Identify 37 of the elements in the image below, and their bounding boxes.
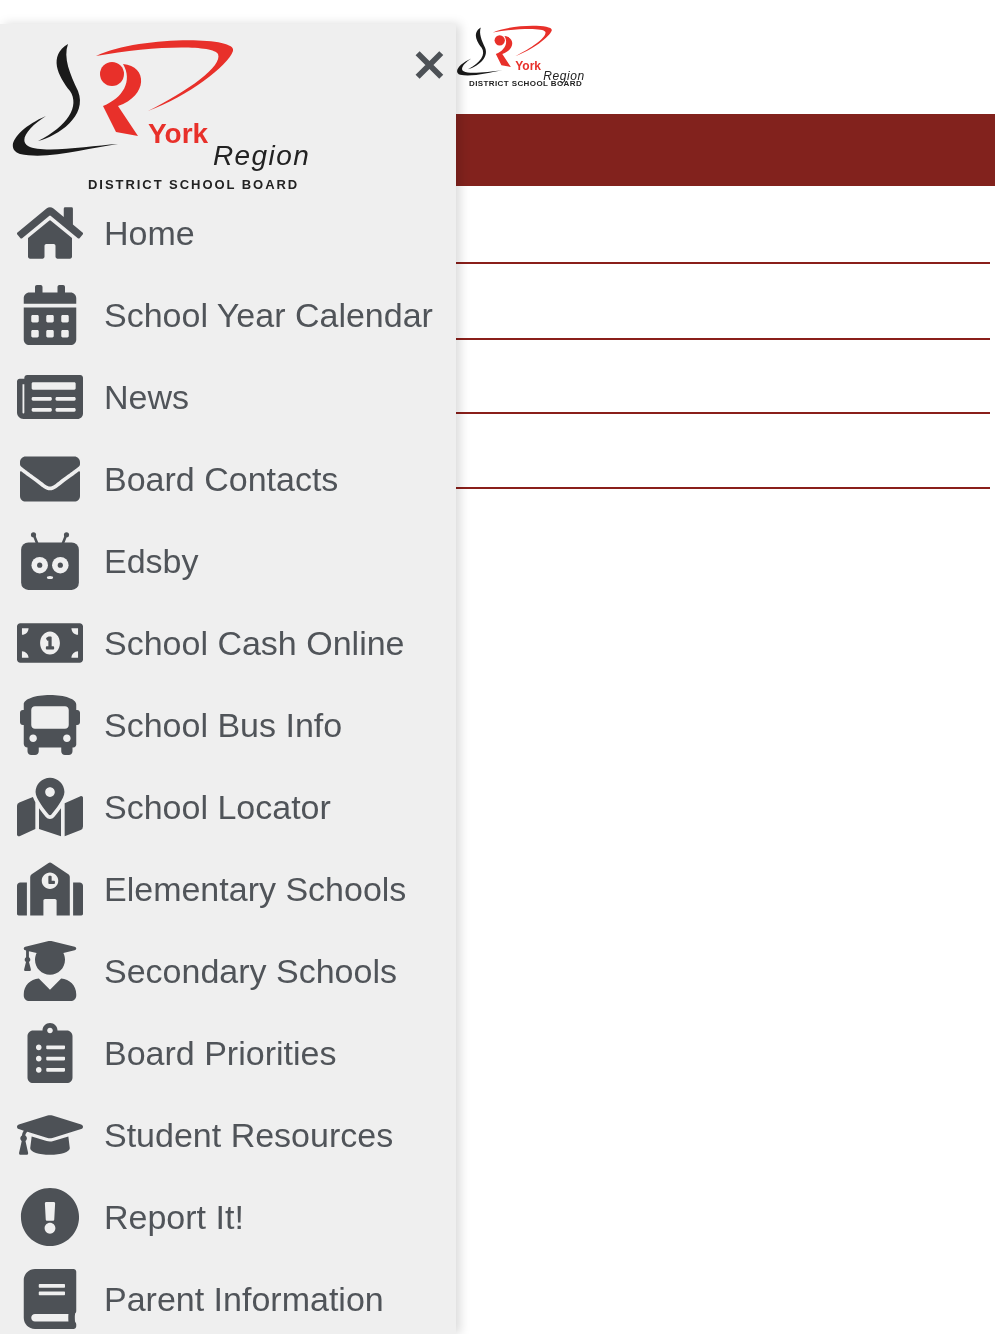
menu-item[interactable]: Parent Information <box>0 1258 456 1334</box>
menu-label: Home <box>104 212 195 254</box>
menu-item[interactable]: Home <box>0 192 456 274</box>
menu-item[interactable]: Elementary Schools <box>0 848 456 930</box>
menu-item[interactable]: Report It! <box>0 1176 456 1258</box>
menu-label: Secondary Schools <box>104 950 397 992</box>
logo-wordmark: York <box>148 120 209 148</box>
logo-subtitle: Region <box>213 142 311 170</box>
menu-label: School Locator <box>104 786 331 828</box>
bus-icon <box>17 695 83 755</box>
menu-item[interactable]: Secondary Schools <box>0 930 456 1012</box>
menu-item[interactable]: School Year Calendar <box>0 274 456 356</box>
map-pin-icon <box>17 777 83 837</box>
menu-item[interactable]: Edsby <box>0 520 456 602</box>
menu-item[interactable]: School Bus Info <box>0 684 456 766</box>
menu-item[interactable]: School Cash Online <box>0 602 456 684</box>
menu-label: News <box>104 376 190 418</box>
logo-subtitle: Region <box>543 69 585 82</box>
menu-label: Board Contacts <box>104 458 339 500</box>
menu-label: School Cash Online <box>104 622 405 664</box>
menu-item[interactable]: School Locator <box>0 766 456 848</box>
menu-label: Report It! <box>104 1196 244 1238</box>
menu-label: Student Resources <box>104 1114 394 1156</box>
menu-label: Edsby <box>104 540 199 582</box>
menu-item[interactable]: Board Priorities <box>0 1012 456 1094</box>
logo-tagline: DISTRICT SCHOOL BOARD <box>88 178 300 191</box>
menu-label: Parent Information <box>104 1278 384 1320</box>
close-button[interactable]: ✕ <box>411 42 448 90</box>
menu-item[interactable]: Board Contacts <box>0 438 456 520</box>
logo-wordmark: York <box>515 60 542 73</box>
menu-item[interactable]: News <box>0 356 456 438</box>
logo-tagline: DISTRICT SCHOOL BOARD <box>469 80 583 88</box>
menu-item[interactable]: Student Resources <box>0 1094 456 1176</box>
menu-label: Elementary Schools <box>104 868 407 910</box>
menu-label: School Bus Info <box>104 704 343 746</box>
menu-label: Board Priorities <box>104 1032 337 1074</box>
menu-label: School Year Calendar <box>104 294 433 336</box>
